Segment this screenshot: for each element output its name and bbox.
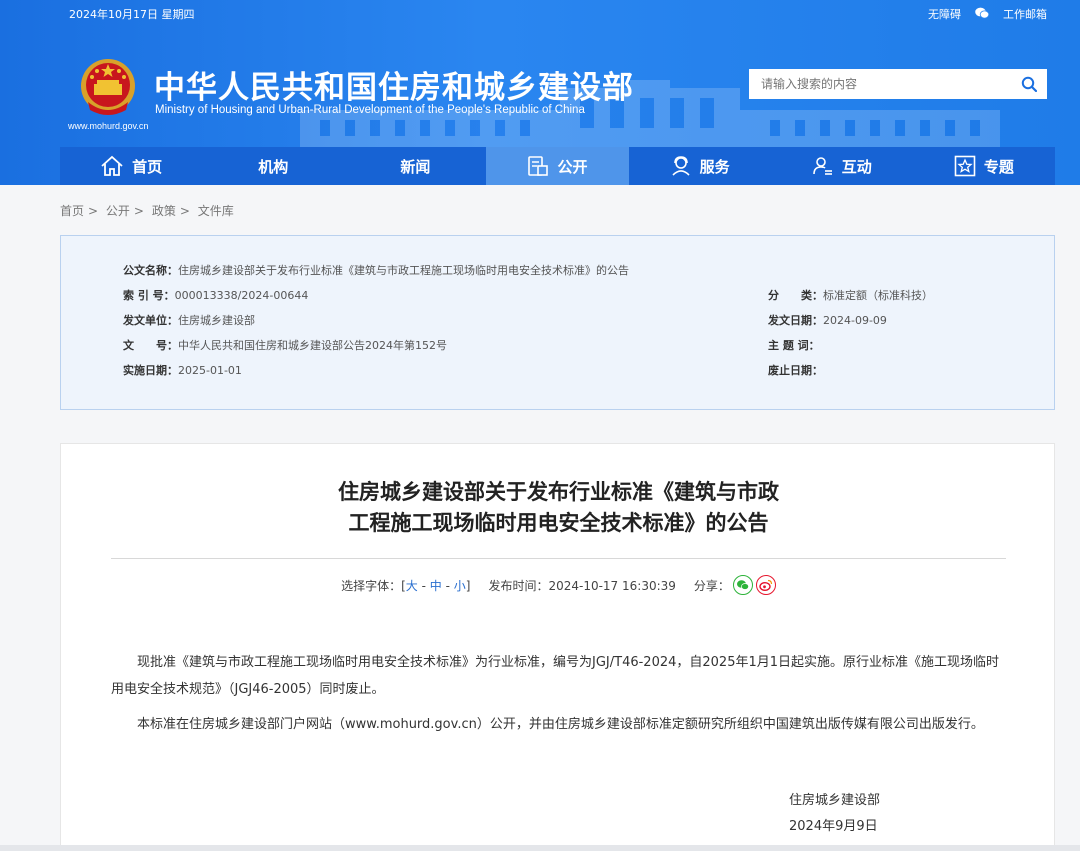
meta-issuer: 发文单位：住房城乡建设部 — [123, 314, 255, 327]
horizontal-scrollbar[interactable] — [0, 845, 1080, 851]
document-metadata: 公文名称：住房城乡建设部关于发布行业标准《建筑与市政工程施工现场临时用电安全技术… — [60, 235, 1055, 410]
font-size-selector: 选择字体：[大 - 中 - 小] — [341, 578, 471, 593]
user-interact-icon — [812, 157, 832, 175]
star-icon — [954, 155, 976, 177]
meta-repeal-date: 废止日期： — [768, 364, 823, 377]
signature: 住房城乡建设部 — [789, 793, 881, 808]
nav-label: 新闻 — [400, 157, 431, 176]
service-icon — [672, 156, 690, 176]
nav-item-interaction[interactable]: 互动 — [771, 147, 913, 185]
nav-item-special[interactable]: 专题 — [913, 147, 1055, 185]
breadcrumb: 首页 > 公开 > 政策 > 文件库 — [60, 204, 234, 218]
publish-time: 发布时间：2024-10-17 16:30:39 — [488, 578, 676, 593]
nav-item-organization[interactable]: 机构 — [202, 147, 344, 185]
breadcrumb-public[interactable]: 公开 — [106, 204, 130, 218]
nav-label: 服务 — [699, 157, 730, 176]
meta-issue-date: 发文日期：2024-09-09 — [768, 314, 887, 327]
site-title[interactable]: 中华人民共和国住房和城乡建设部 — [154, 62, 634, 107]
font-large-link[interactable]: 大 — [406, 579, 418, 593]
search-input[interactable] — [749, 69, 1011, 99]
search-icon[interactable] — [1011, 69, 1047, 99]
site-title-english: Ministry of Housing and Urban-Rural Deve… — [155, 104, 585, 116]
accessibility-link[interactable]: 无障碍 — [928, 6, 961, 22]
article-title: 住房城乡建设部关于发布行业标准《建筑与市政 工程施工现场临时用电安全技术标准》的… — [338, 480, 779, 535]
sign-date: 2024年9月9日 — [789, 819, 878, 834]
weibo-share-icon[interactable] — [755, 575, 776, 595]
nav-label: 互动 — [841, 157, 872, 176]
breadcrumb-home[interactable]: 首页 — [60, 204, 84, 218]
nav-label: 专题 — [983, 157, 1014, 176]
work-mailbox-link[interactable]: 工作邮箱 — [1003, 6, 1047, 22]
article-info-bar: 选择字体：[大 - 中 - 小] 发布时间：2024-10-17 16:30:3… — [61, 575, 1056, 595]
wechat-share-icon[interactable] — [732, 575, 753, 595]
nav-label: 首页 — [132, 157, 163, 176]
meta-index: 索 引 号：000013338/2024-00644 — [123, 289, 309, 302]
document-icon — [528, 156, 549, 176]
font-medium-link[interactable]: 中 — [430, 579, 442, 593]
meta-effective-date: 实施日期：2025-01-01 — [123, 364, 242, 377]
site-header: 2024年10月17日 星期四 无障碍 工作邮箱 www.mohurd.gov.… — [0, 0, 1080, 185]
nav-item-home[interactable]: 首页 — [60, 147, 202, 185]
meta-subject: 主 题 词： — [768, 339, 820, 352]
nav-label: 公开 — [557, 157, 588, 176]
nav-label: 机构 — [258, 157, 289, 176]
meta-title: 公文名称：住房城乡建设部关于发布行业标准《建筑与市政工程施工现场临时用电安全技术… — [123, 264, 629, 277]
font-small-link[interactable]: 小 — [454, 579, 466, 593]
national-emblem-logo — [81, 59, 135, 115]
search-box — [749, 69, 1047, 99]
share-label: 分享： — [693, 578, 730, 593]
meta-category: 分 类：标准定额（标准科技） — [768, 289, 933, 302]
article-paragraph-2: 本标准在住房城乡建设部门户网站（www.mohurd.gov.cn）公开，并由住… — [137, 717, 984, 732]
nav-item-public[interactable]: 公开 — [486, 147, 629, 185]
topbar-links: 无障碍 工作邮箱 — [928, 6, 1047, 22]
meta-doc-number: 文 号：中华人民共和国住房和城乡建设部公告2024年第152号 — [123, 339, 447, 352]
breadcrumb-file-library[interactable]: 文件库 — [198, 204, 234, 218]
article-body: 住房城乡建设部关于发布行业标准《建筑与市政 工程施工现场临时用电安全技术标准》的… — [60, 443, 1055, 851]
article-paragraph-1: 现批准《建筑与市政工程施工现场临时用电安全技术标准》为行业标准，编号为JGJ/T… — [111, 655, 1000, 697]
home-icon — [101, 155, 123, 176]
title-divider — [111, 558, 1006, 559]
breadcrumb-policy[interactable]: 政策 — [152, 204, 176, 218]
nav-item-service[interactable]: 服务 — [629, 147, 771, 185]
current-date: 2024年10月17日 星期四 — [69, 8, 195, 21]
nav-item-news[interactable]: 新闻 — [344, 147, 486, 185]
main-nav: 首页 机构 新闻 公开 服务 互动 专题 — [60, 147, 1055, 185]
wechat-icon[interactable] — [975, 7, 990, 22]
site-url: www.mohurd.gov.cn — [68, 121, 149, 131]
